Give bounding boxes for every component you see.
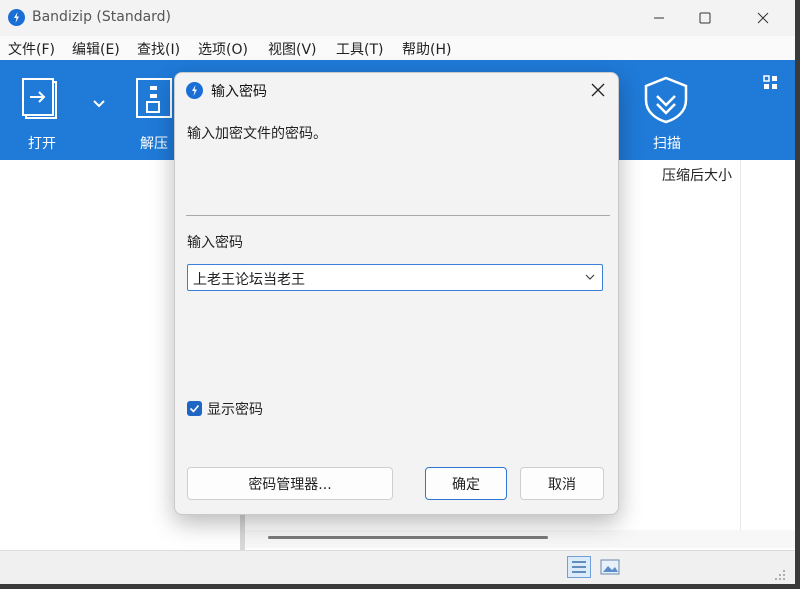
open-button[interactable] — [18, 76, 66, 124]
column-divider — [740, 160, 741, 532]
list-view-icon — [572, 561, 586, 573]
column-header-compressed-size[interactable]: 压缩后大小 — [662, 165, 732, 185]
extract-zip-icon — [136, 78, 172, 118]
scrollbar-thumb[interactable] — [268, 536, 548, 539]
ok-button[interactable]: 确定 — [425, 467, 507, 500]
check-icon — [189, 404, 200, 413]
layout-menu-button[interactable] — [762, 74, 780, 92]
open-label[interactable]: 打开 — [28, 133, 56, 153]
maximize-icon — [699, 12, 711, 23]
menu-options[interactable]: 选项(O) — [198, 39, 248, 59]
resize-grip-icon — [775, 570, 785, 580]
thumbnail-view-button[interactable] — [598, 556, 622, 578]
chevron-down-icon — [93, 100, 105, 108]
dialog-message: 输入加密文件的密码。 — [187, 126, 327, 142]
minimize-button[interactable] — [636, 0, 682, 35]
bandizip-logo-icon — [8, 9, 25, 26]
resize-grip[interactable] — [774, 566, 786, 580]
bandizip-logo-icon — [186, 82, 203, 99]
extract-button[interactable] — [132, 76, 174, 124]
maximize-button[interactable] — [682, 0, 728, 35]
close-button[interactable] — [740, 0, 786, 35]
menu-help[interactable]: 帮助(H) — [402, 39, 451, 59]
extract-label[interactable]: 解压 — [140, 133, 168, 153]
password-field[interactable]: 上老王论坛当老王 — [193, 269, 305, 289]
scan-button[interactable] — [640, 74, 692, 126]
horizontal-scrollbar[interactable] — [245, 530, 795, 548]
dialog-close-button[interactable] — [578, 73, 618, 107]
title-bar: Bandizip (Standard) — [0, 0, 795, 35]
show-password-checkbox[interactable] — [187, 401, 202, 416]
divider — [186, 215, 610, 216]
dialog-title: 输入密码 — [211, 84, 267, 100]
menu-tools[interactable]: 工具(T) — [336, 39, 383, 59]
password-combobox[interactable]: 上老王论坛当老王 — [187, 264, 603, 291]
menu-file[interactable]: 文件(F) — [8, 39, 55, 59]
detail-view-button[interactable] — [567, 556, 591, 578]
open-dropdown-button[interactable] — [92, 94, 106, 108]
shield-icon — [644, 76, 688, 124]
password-dialog: 输入密码 输入加密文件的密码。 输入密码 上老王论坛当老王 显示密码 密码管理器… — [174, 72, 619, 515]
minimize-icon — [654, 17, 664, 18]
grid-layout-icon — [763, 75, 777, 89]
chevron-down-icon[interactable] — [584, 270, 596, 284]
status-bar — [0, 550, 795, 584]
cancel-button[interactable]: 取消 — [520, 467, 604, 500]
menu-edit[interactable]: 编辑(E) — [72, 39, 120, 59]
password-label: 输入密码 — [187, 235, 243, 251]
image-view-icon — [600, 559, 620, 575]
menu-find[interactable]: 查找(I) — [137, 39, 180, 59]
show-password-label[interactable]: 显示密码 — [207, 399, 263, 419]
window-title: Bandizip (Standard) — [32, 9, 172, 25]
menu-bar: 文件(F) 编辑(E) 查找(I) 选项(O) 视图(V) 工具(T) 帮助(H… — [0, 36, 795, 60]
menu-view[interactable]: 视图(V) — [268, 39, 317, 59]
close-icon — [757, 12, 769, 23]
password-manager-button[interactable]: 密码管理器... — [187, 467, 393, 500]
scan-label[interactable]: 扫描 — [653, 133, 681, 153]
close-icon — [591, 83, 605, 97]
open-folder-icon — [22, 78, 57, 119]
